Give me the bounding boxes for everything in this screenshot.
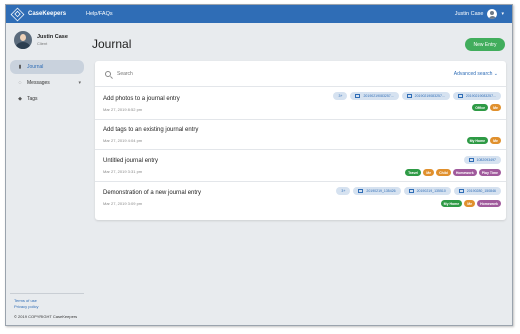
tag-badge[interactable]: Homework xyxy=(477,200,501,207)
help-link[interactable]: Help/FAQs xyxy=(86,11,113,17)
tag-badge[interactable]: Me xyxy=(490,104,501,111)
entry-title: Untitled journal entry xyxy=(103,158,159,164)
chat-icon: ◌ xyxy=(18,80,22,86)
attachment-more[interactable]: 3+ xyxy=(333,92,348,100)
copyright: © 2019 COPYRIGHT CaseKeepers xyxy=(14,314,78,319)
privacy-link[interactable]: Privacy policy xyxy=(14,304,38,310)
brand[interactable]: CaseKeepers xyxy=(10,7,67,21)
avatar-icon xyxy=(487,9,498,19)
entry-date: Mar 27, 2019 4:04 pm xyxy=(103,138,143,143)
app-window: CaseKeepers Help/FAQs Justin Case ▾ Just… xyxy=(5,4,513,326)
side-nav: ▮ Journal ◌ Messages ▾ ◆ Tags xyxy=(10,60,84,108)
tag-list: My Home Me Homework xyxy=(440,200,501,207)
sidebar-item-tags[interactable]: ◆ Tags xyxy=(10,92,84,106)
attachment-chip[interactable]: 1082093497 xyxy=(463,156,501,164)
attachment-chip[interactable]: 20190219083257... xyxy=(350,92,399,100)
attachment-chip[interactable]: 20190280_150846 xyxy=(453,187,501,195)
attachment-chip[interactable]: 20190219_135426 xyxy=(353,187,401,195)
journal-entry[interactable]: Add photos to a journal entry Mar 27, 20… xyxy=(95,87,506,120)
attachments: 3+ 20190219_135426 20190219_135510 20190… xyxy=(336,187,501,195)
sidebar-item-label: Messages xyxy=(27,80,50,86)
attachment-more[interactable]: 3+ xyxy=(336,187,351,195)
chevron-down-icon: ⌄ xyxy=(493,70,498,77)
attachments: 1082093497 xyxy=(463,156,501,164)
attachment-name: 20190219083257... xyxy=(414,94,445,98)
search-input[interactable] xyxy=(117,70,377,77)
tag-badge[interactable]: My Home xyxy=(440,200,463,207)
image-icon xyxy=(355,94,361,98)
journal-entry[interactable]: Add tags to an existing journal entry Ma… xyxy=(95,120,506,150)
sidebar-item-messages[interactable]: ◌ Messages ▾ xyxy=(10,76,84,90)
attachment-name: 20190219083257... xyxy=(465,94,496,98)
image-icon xyxy=(468,158,474,162)
attachment-name: 20190219_135510 xyxy=(416,189,446,193)
journal-list-card: Advanced search ⌄ Add photos to a journa… xyxy=(95,61,506,220)
image-icon xyxy=(457,94,463,98)
tag-icon: ◆ xyxy=(18,96,22,102)
book-icon: ▮ xyxy=(18,64,22,70)
avatar xyxy=(14,31,32,49)
search-bar: Advanced search ⌄ xyxy=(95,61,506,87)
image-icon xyxy=(406,94,412,98)
attachment-chip[interactable]: 20190219083257... xyxy=(401,92,450,100)
tag-badge[interactable]: Child xyxy=(436,169,451,176)
top-bar: CaseKeepers Help/FAQs Justin Case ▾ xyxy=(6,5,512,23)
chevron-down-icon: ▾ xyxy=(501,11,504,17)
tag-list: My Home Me xyxy=(466,137,501,144)
tag-badge[interactable]: Homework xyxy=(452,169,477,176)
journal-entry[interactable]: Untitled journal entry Mar 27, 2019 3:31… xyxy=(95,150,506,182)
tag-badge[interactable]: Me xyxy=(423,169,435,176)
image-icon xyxy=(408,189,414,193)
sidebar-item-label: Journal xyxy=(27,64,44,70)
search-icon xyxy=(105,70,111,77)
tag-list: Office Me xyxy=(472,104,501,111)
user-menu[interactable]: Justin Case ▾ xyxy=(455,9,504,19)
profile-role: Client xyxy=(37,41,48,46)
sidebar-item-journal[interactable]: ▮ Journal xyxy=(10,60,84,74)
entry-title: Demonstration of a new journal entry xyxy=(103,190,202,196)
attachment-name: 20190219_135426 xyxy=(366,189,396,193)
image-icon xyxy=(358,189,364,193)
attachment-name: 20190280_150846 xyxy=(466,189,496,193)
image-icon xyxy=(458,189,464,193)
brand-name: CaseKeepers xyxy=(28,11,67,17)
profile-name: Justin Case xyxy=(37,34,68,40)
attachment-name: 20190219083257... xyxy=(363,94,394,98)
user-name: Justin Case xyxy=(454,11,484,17)
attachment-name: 1082093497 xyxy=(476,158,496,162)
tag-badge[interactable]: Play Time xyxy=(478,169,501,176)
tag-badge[interactable]: Office xyxy=(472,104,489,111)
chevron-down-icon: ▾ xyxy=(78,80,81,86)
logo-icon xyxy=(10,7,25,21)
profile: Justin Case Client xyxy=(14,31,68,49)
tag-badge[interactable]: Me xyxy=(490,137,501,144)
entry-date: Mar 27, 2019 3:31 pm xyxy=(103,169,143,174)
sidebar: Justin Case Client ▮ Journal ◌ Messages … xyxy=(6,23,84,325)
tag-badge[interactable]: Travel xyxy=(405,169,422,176)
entry-date: Mar 27, 2019 8:52 pm xyxy=(103,107,143,112)
attachment-chip[interactable]: 20190219083257... xyxy=(452,92,501,100)
advanced-search-label: Advanced search xyxy=(453,70,493,77)
divider xyxy=(10,293,84,294)
entry-title: Add tags to an existing journal entry xyxy=(103,127,199,133)
attachment-chip[interactable]: 20190219_135510 xyxy=(403,187,451,195)
page-title: Journal xyxy=(92,37,132,51)
footer-links: Terms of use Privacy policy xyxy=(14,298,38,310)
journal-entry[interactable]: Demonstration of a new journal entry Mar… xyxy=(95,182,506,220)
tag-badge[interactable]: Me xyxy=(464,200,476,207)
tag-list: Travel Me Child Homework Play Time xyxy=(405,169,501,176)
tag-badge[interactable]: My Home xyxy=(466,137,489,144)
advanced-search-link[interactable]: Advanced search ⌄ xyxy=(454,71,498,77)
sidebar-item-label: Tags xyxy=(27,96,38,102)
new-entry-button[interactable]: New Entry xyxy=(465,38,505,51)
entry-title: Add photos to a journal entry xyxy=(103,96,180,102)
entry-date: Mar 27, 2019 3:09 pm xyxy=(103,201,143,206)
attachments: 3+ 20190219083257... 20190219083257... 2… xyxy=(333,92,501,100)
